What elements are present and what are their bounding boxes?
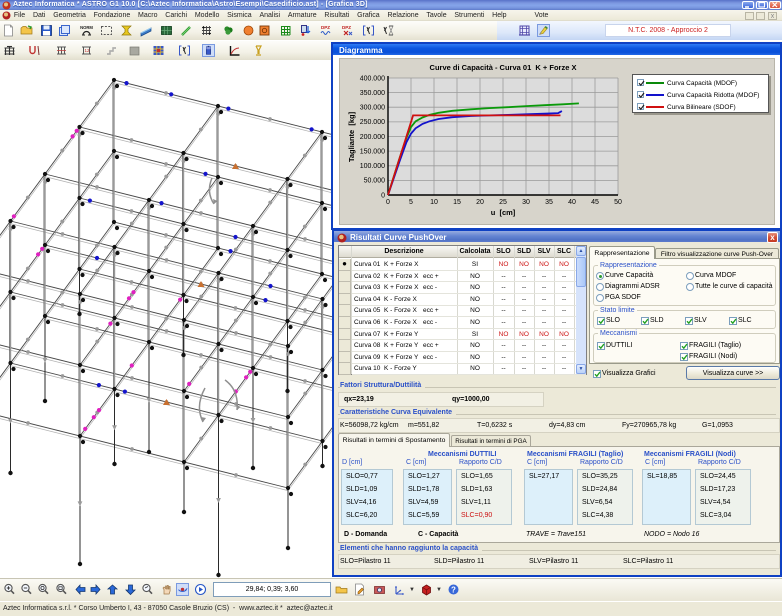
svg-text:20: 20 <box>476 199 484 206</box>
svg-text:?: ? <box>451 585 456 594</box>
svg-text:0: 0 <box>381 192 385 199</box>
svg-text:30: 30 <box>522 199 530 206</box>
svg-text:12: 12 <box>85 48 91 53</box>
svg-text:NORM: NORM <box>80 25 93 30</box>
svg-text:250.000: 250.000 <box>360 119 385 126</box>
svg-text:200.000: 200.000 <box>360 134 385 141</box>
svg-text:50: 50 <box>614 199 622 206</box>
svg-text:300.000: 300.000 <box>360 105 385 112</box>
svg-text:100.000: 100.000 <box>360 163 385 170</box>
svg-text:u [cm]: u [cm] <box>491 208 516 217</box>
svg-text:15: 15 <box>453 199 461 206</box>
svg-text:400.000: 400.000 <box>360 75 385 82</box>
svg-text:DPZ: DPZ <box>342 25 351 30</box>
svg-text:40: 40 <box>568 199 576 206</box>
svg-text:35: 35 <box>545 199 553 206</box>
svg-text:150.000: 150.000 <box>360 148 385 155</box>
svg-text:25: 25 <box>499 199 507 206</box>
svg-text:45: 45 <box>591 199 599 206</box>
svg-text:DPZ: DPZ <box>321 25 330 30</box>
svg-text:50.000: 50.000 <box>364 178 386 185</box>
svg-text:5: 5 <box>409 199 413 206</box>
svg-text:Tagliante [kg]: Tagliante [kg] <box>347 111 356 162</box>
svg-text:0: 0 <box>386 199 390 206</box>
svg-text:350.000: 350.000 <box>360 90 385 97</box>
svg-text:Curve di Capacità - Curva 01: Curve di Capacità - Curva 01 K + Forze X <box>430 63 577 72</box>
svg-text:10: 10 <box>430 199 438 206</box>
